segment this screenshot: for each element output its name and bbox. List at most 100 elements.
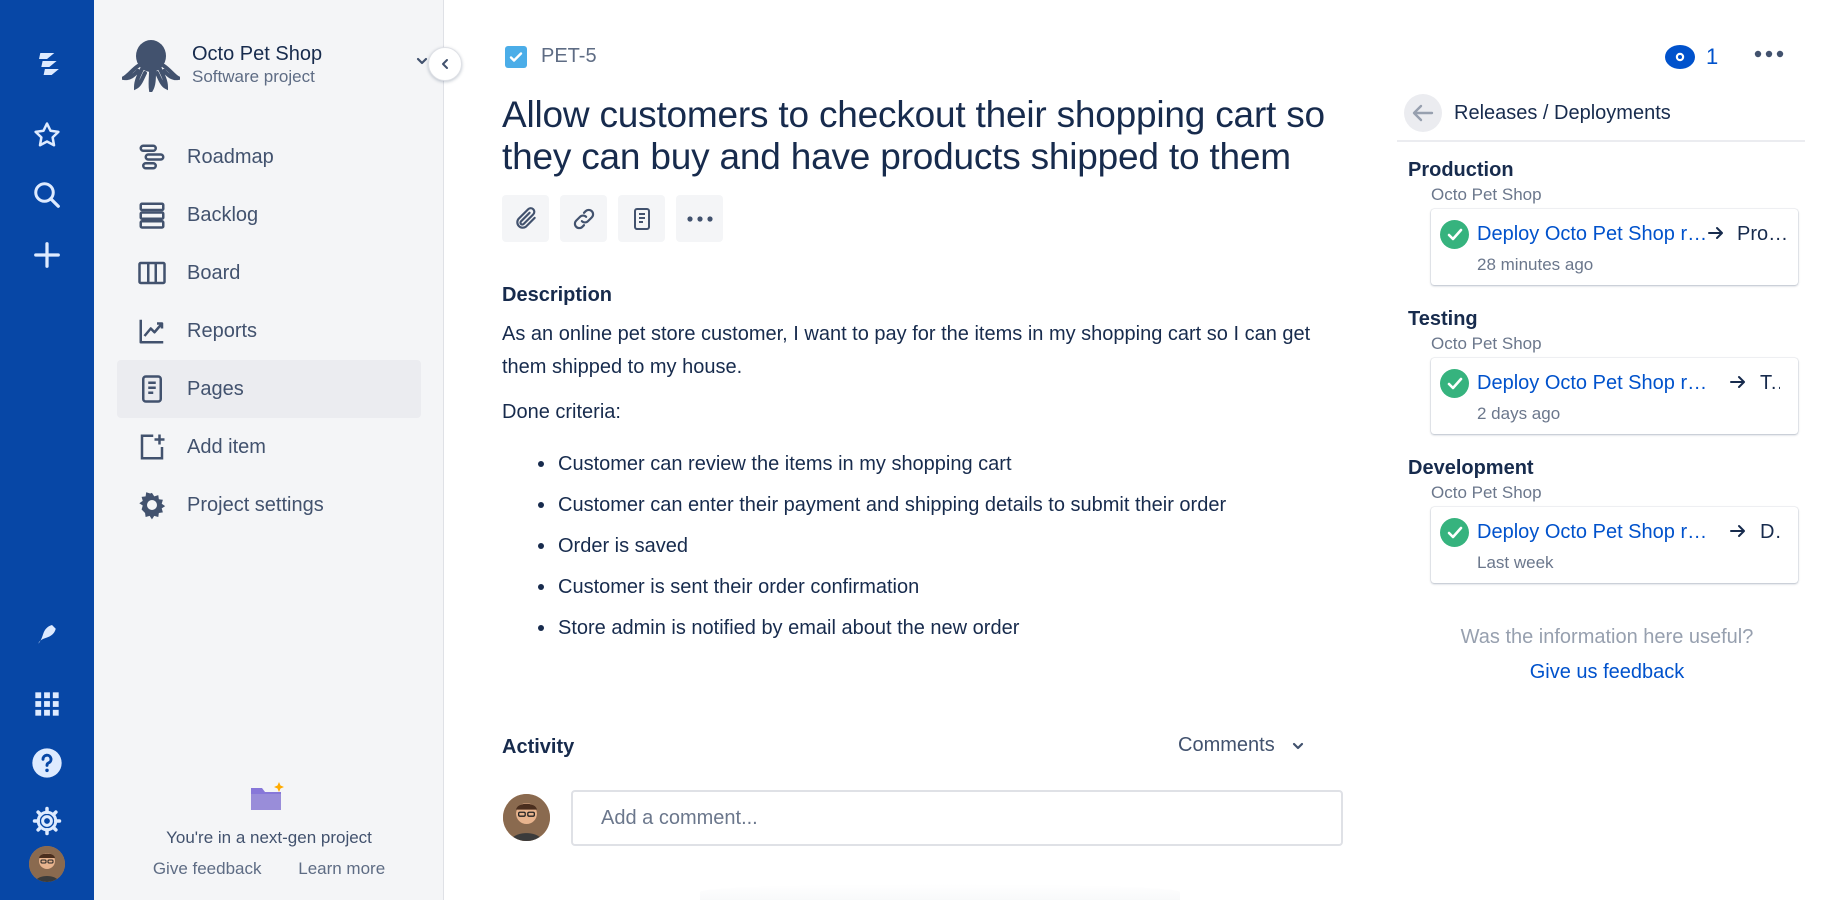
deployment-time: 2 days ago: [1477, 404, 1561, 423]
next-gen-message: You're in a next-gen project: [166, 828, 372, 847]
environment-project: Octo Pet Shop: [1431, 334, 1542, 353]
deployment-card[interactable]: Deploy Octo Pet Shop release Development…: [1431, 507, 1798, 583]
give-feedback-link[interactable]: Give feedback: [153, 859, 262, 878]
sidebar-item-reports[interactable]: Reports: [117, 302, 421, 360]
attach-button[interactable]: [502, 195, 549, 242]
environment-project: Octo Pet Shop: [1431, 185, 1542, 204]
project-header[interactable]: Octo Pet Shop Software project: [117, 36, 428, 96]
deployment-target: Testing: [1760, 372, 1780, 394]
project-type: Software project: [192, 67, 315, 86]
deployment-time: 28 minutes ago: [1477, 255, 1594, 274]
list-item: Customer can review the items in my shop…: [537, 448, 1226, 489]
deployment-link[interactable]: Deploy Octo Pet Shop release: [1477, 521, 1709, 544]
link-issue-button[interactable]: [560, 195, 607, 242]
pages-icon: [117, 374, 187, 404]
comment-input[interactable]: [571, 790, 1343, 846]
environment-testing: Testing Octo Pet Shop Deploy Octo Pet Sh…: [1408, 308, 1808, 434]
help-icon[interactable]: [23, 739, 71, 787]
chevron-left-icon: [442, 59, 448, 69]
page-icon: [633, 207, 650, 230]
sidebar-item-project-settings[interactable]: Project settings: [117, 476, 421, 534]
issue-title[interactable]: Allow customers to checkout their shoppi…: [502, 94, 1362, 178]
breadcrumb: PET-5: [505, 45, 597, 68]
roadmap-icon: [117, 142, 187, 172]
chevron-down-icon[interactable]: [415, 54, 429, 73]
activity-heading: Activity: [502, 736, 575, 758]
deployment-link[interactable]: Deploy Octo Pet Shop release: [1477, 372, 1709, 395]
add-item-icon: [117, 432, 187, 462]
environment-name: Testing: [1408, 308, 1478, 330]
list-item: Customer is sent their order confirmatio…: [537, 571, 1226, 612]
sidebar-item-board[interactable]: Board: [117, 244, 421, 302]
folder-icon: [249, 780, 285, 819]
chevron-down-icon: [1292, 742, 1303, 749]
environment-project: Octo Pet Shop: [1431, 483, 1542, 502]
octopus-logo-icon: [117, 36, 185, 96]
sidebar-item-label: Add item: [187, 435, 266, 458]
arrow-right-icon: [1728, 521, 1748, 546]
sidebar-item-label: Pages: [187, 377, 244, 400]
deployment-time: Last week: [1477, 553, 1554, 572]
sidebar-item-roadmap[interactable]: Roadmap: [117, 128, 421, 186]
scroll-shadow: [700, 884, 1180, 900]
watch-button[interactable]: 1: [1665, 44, 1718, 70]
success-check-icon: [1440, 518, 1469, 547]
project-sidebar: Octo Pet Shop Software project Roadmap B…: [94, 0, 444, 900]
deployment-target: Development: [1760, 521, 1780, 543]
sidebar-item-label: Board: [187, 261, 241, 284]
issue-key-link[interactable]: PET-5: [541, 45, 597, 68]
more-actions-icon[interactable]: [1754, 46, 1784, 64]
list-item: Customer can enter their payment and shi…: [537, 489, 1226, 530]
criteria-list: Customer can review the items in my shop…: [537, 448, 1226, 653]
sidebar-item-label: Roadmap: [187, 145, 274, 168]
ellipsis-icon: [686, 215, 713, 222]
releases-panel-header: Releases / Deployments: [1397, 92, 1805, 142]
backlog-icon: [117, 200, 187, 230]
app-switcher-icon[interactable]: [23, 680, 71, 728]
environment-development: Development Octo Pet Shop Deploy Octo Pe…: [1408, 457, 1808, 583]
add-page-button[interactable]: [618, 195, 665, 242]
paperclip-icon: [515, 206, 536, 229]
description-heading: Description: [502, 284, 613, 306]
success-check-icon: [1440, 220, 1469, 249]
collapse-sidebar-button[interactable]: [428, 47, 462, 81]
issue-toolbar: [502, 195, 723, 242]
back-button[interactable]: [1404, 94, 1442, 132]
sidebar-item-add-item[interactable]: Add item: [117, 418, 421, 476]
jira-logo-icon[interactable]: [23, 40, 71, 88]
arrow-left-icon: [1412, 104, 1434, 122]
current-user-avatar: [503, 794, 550, 841]
sidebar-item-backlog[interactable]: Backlog: [117, 186, 421, 244]
deployment-card[interactable]: Deploy Octo Pet Shop release Production …: [1431, 209, 1798, 285]
feedback-question: Was the information here useful?: [1460, 626, 1754, 648]
eye-icon: [1665, 45, 1695, 69]
search-icon[interactable]: [23, 171, 71, 219]
deployment-card[interactable]: Deploy Octo Pet Shop release Testing 2 d…: [1431, 358, 1798, 434]
global-navigation: [0, 0, 94, 900]
sidebar-item-pages[interactable]: Pages: [117, 360, 421, 418]
sidebar-item-label: Reports: [187, 319, 258, 342]
notifications-icon[interactable]: [23, 611, 71, 659]
more-button[interactable]: [676, 195, 723, 242]
activity-filter-dropdown[interactable]: Comments: [1178, 734, 1305, 757]
link-icon: [573, 208, 594, 229]
description-text[interactable]: As an online pet store customer, I want …: [502, 318, 1312, 384]
deployment-link[interactable]: Deploy Octo Pet Shop release: [1477, 223, 1713, 246]
starred-icon[interactable]: [23, 111, 71, 159]
arrow-right-icon: [1706, 223, 1726, 248]
user-avatar[interactable]: [29, 846, 65, 882]
environment-name: Production: [1408, 159, 1514, 181]
create-icon[interactable]: [23, 231, 71, 279]
sidebar-item-label: Project settings: [187, 493, 324, 516]
learn-more-link[interactable]: Learn more: [298, 859, 385, 878]
watcher-count: 1: [1706, 44, 1719, 69]
sidebar-item-label: Backlog: [187, 203, 259, 226]
done-criteria-label: Done criteria:: [502, 401, 621, 423]
settings-icon: [117, 490, 187, 520]
releases-panel-title: Releases / Deployments: [1454, 102, 1671, 124]
settings-gear-icon[interactable]: [23, 797, 71, 845]
deployment-target: Production: [1737, 223, 1792, 245]
success-check-icon: [1440, 369, 1469, 398]
environment-production: Production Octo Pet Shop Deploy Octo Pet…: [1408, 159, 1808, 285]
give-us-feedback-link[interactable]: Give us feedback: [1397, 661, 1817, 684]
